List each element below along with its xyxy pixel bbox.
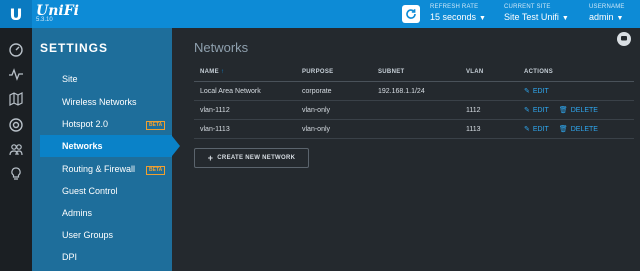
edit-button[interactable]: ✎ EDIT (524, 107, 549, 114)
current-site-label: CURRENT SITE (504, 4, 551, 10)
networks-table: NAME ↑ PURPOSE SUBNET VLAN ACTIONS Local… (194, 69, 634, 139)
refresh-button[interactable] (402, 5, 420, 23)
chevron-down-icon: ▼ (616, 15, 624, 22)
chevron-down-icon: ▼ (479, 15, 486, 22)
chat-icon (621, 36, 627, 41)
refresh-icon (406, 9, 416, 19)
create-network-label: CREATE NEW NETWORK (217, 155, 296, 161)
network-name: vlan-1112 (194, 100, 296, 120)
ubiquiti-logo[interactable]: U (0, 0, 32, 28)
refresh-rate-label: REFRESH RATE (430, 4, 479, 10)
user-menu[interactable]: USERNAME admin ▼ (589, 4, 625, 22)
trash-icon: 🗑 (558, 107, 568, 114)
dashboard-icon[interactable] (8, 42, 24, 58)
chat-button[interactable] (617, 32, 631, 46)
network-subnet (372, 119, 460, 139)
network-purpose: vlan-only (296, 100, 372, 120)
sidebar-item-networks[interactable]: Networks (62, 141, 103, 151)
network-subnet (372, 100, 460, 120)
map-icon[interactable] (8, 91, 24, 107)
sidebar-item-admins[interactable]: Admins (62, 208, 92, 218)
beta-badge: BETA (146, 166, 166, 175)
active-item-pointer (172, 136, 180, 156)
network-vlan: 1113 (460, 119, 518, 139)
table-row: vlan-1113 vlan-only 1113 ✎ EDIT 🗑 DELETE (194, 119, 634, 139)
sidebar-item-routing-firewall[interactable]: Routing & Firewall (62, 164, 135, 174)
network-name: vlan-1113 (194, 119, 296, 139)
pencil-icon: ✎ (524, 126, 530, 133)
plus-icon: + (207, 153, 214, 163)
network-name: Local Area Network (194, 81, 296, 101)
version-text: 5.3.10 (36, 17, 53, 23)
column-actions: ACTIONS (518, 69, 634, 82)
insights-icon[interactable] (8, 166, 24, 182)
network-vlan: 1112 (460, 100, 518, 120)
sort-up-icon: ↑ (220, 69, 225, 75)
delete-button[interactable]: 🗑 DELETE (559, 107, 598, 114)
statistics-icon[interactable] (8, 66, 24, 82)
devices-icon[interactable] (8, 117, 24, 133)
sidebar-item-user-groups[interactable]: User Groups (62, 230, 113, 240)
column-subnet[interactable]: SUBNET (372, 69, 460, 82)
sidebar-item-site[interactable]: Site (62, 74, 78, 84)
refresh-rate-select[interactable]: REFRESH RATE 15 seconds ▼ (430, 4, 486, 22)
chevron-down-icon: ▼ (561, 15, 569, 22)
trash-icon: 🗑 (558, 126, 568, 133)
left-nav (0, 28, 32, 271)
sidebar-item-wireless-networks[interactable]: Wireless Networks (62, 97, 137, 107)
network-vlan (460, 81, 518, 101)
username-label: USERNAME (589, 4, 625, 10)
network-purpose: corporate (296, 81, 372, 101)
table-row: Local Area Network corporate 192.168.1.1… (194, 81, 634, 101)
column-vlan[interactable]: VLAN (460, 69, 518, 82)
column-name[interactable]: NAME ↑ (194, 69, 296, 82)
edit-button[interactable]: ✎ EDIT (524, 126, 549, 133)
pencil-icon: ✎ (524, 107, 530, 114)
settings-title: SETTINGS (40, 41, 109, 55)
top-bar: U UniFi 5.3.10 REFRESH RATE 15 seconds ▼ … (0, 0, 640, 28)
logo-letter: U (9, 4, 23, 24)
create-network-button[interactable]: + CREATE NEW NETWORK (194, 148, 309, 168)
clients-icon[interactable] (8, 141, 24, 157)
sidebar-item-dpi[interactable]: DPI (62, 252, 77, 262)
network-purpose: vlan-only (296, 119, 372, 139)
table-row: vlan-1112 vlan-only 1112 ✎ EDIT 🗑 DELETE (194, 100, 634, 120)
refresh-rate-value: 15 seconds (430, 12, 477, 22)
edit-button[interactable]: ✎ EDIT (524, 88, 549, 95)
table-header-row: NAME ↑ PURPOSE SUBNET VLAN ACTIONS (194, 69, 634, 82)
page-title: Networks (194, 40, 249, 55)
sidebar-item-guest-control[interactable]: Guest Control (62, 186, 118, 196)
sidebar-item-hotspot[interactable]: Hotspot 2.0 (62, 119, 108, 129)
current-site-value: Site Test Unifi (504, 12, 559, 22)
column-purpose[interactable]: PURPOSE (296, 69, 372, 82)
beta-badge: BETA (146, 121, 166, 130)
username-value: admin (589, 12, 614, 22)
delete-button[interactable]: 🗑 DELETE (559, 126, 598, 133)
current-site-select[interactable]: CURRENT SITE Site Test Unifi ▼ (504, 4, 569, 22)
network-subnet: 192.168.1.1/24 (372, 81, 460, 101)
active-item-highlight (40, 135, 172, 157)
pencil-icon: ✎ (524, 88, 530, 95)
